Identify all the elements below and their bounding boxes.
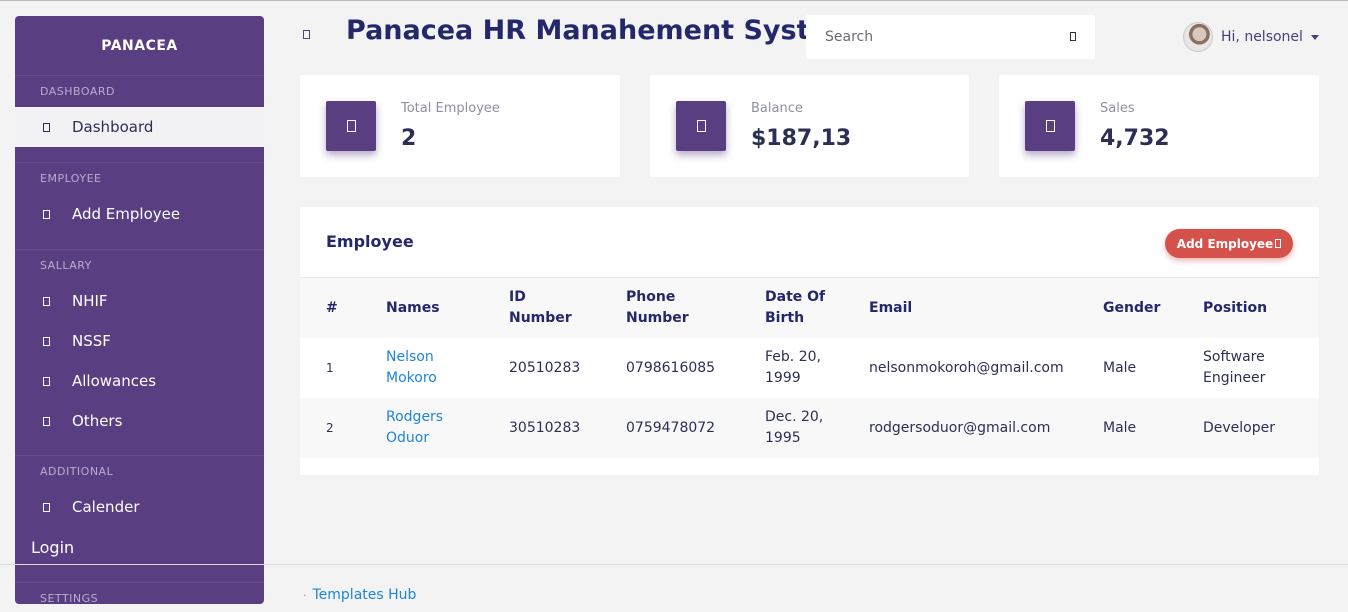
wallet-icon	[696, 120, 706, 132]
stat-icon-box	[326, 101, 376, 151]
column-header-dob: Date Of Birth	[765, 278, 869, 338]
panel-title: Employee	[326, 232, 414, 251]
users-icon	[346, 120, 356, 132]
stat-label: Total Employee	[401, 101, 500, 116]
column-header-position: Position	[1203, 278, 1319, 338]
sidebar-item-nssf[interactable]: NSSF	[15, 321, 264, 361]
column-header-names: Names	[386, 278, 509, 338]
stat-icon-box	[676, 101, 726, 151]
cell-phone: 0759478072	[626, 398, 765, 458]
cell-position: Developer	[1203, 398, 1319, 458]
others-icon	[43, 416, 50, 426]
cell-position-text: Software Engineer	[1203, 349, 1266, 386]
allowances-icon	[43, 376, 50, 386]
cell-id-number: 20510283	[509, 359, 581, 376]
table-row: 2 Rodgers Oduor 30510283 0759478072 Dec.…	[300, 398, 1319, 458]
nhif-icon	[43, 296, 50, 306]
column-header-id-number: ID Number	[509, 278, 626, 338]
cell-name: Nelson Mokoro	[386, 349, 437, 386]
cell-name: Rodgers Oduor	[386, 409, 444, 446]
avatar	[1183, 22, 1213, 52]
sidebar-item-label: NHIF	[72, 292, 108, 310]
stat-value: 2	[401, 126, 417, 151]
employee-panel: Employee Add Employee # Names ID Number …	[300, 207, 1319, 475]
column-header-phone: Phone Number	[626, 278, 765, 338]
cell-dob: Dec. 20, 1995	[765, 398, 869, 458]
stat-icon-box	[1025, 101, 1075, 151]
sidebar-item-dashboard[interactable]: Dashboard	[15, 107, 264, 147]
user-greeting: Hi, nelsonel	[1221, 29, 1303, 45]
sidebar: PANACEA DASHBOARD Dashboard EMPLOYEE Add…	[15, 16, 264, 604]
employee-name-link[interactable]: Nelson Mokoro	[386, 338, 509, 398]
cell-index: 1	[326, 360, 334, 375]
bullet-icon: ·	[303, 589, 307, 602]
column-header-text: ID Number	[509, 289, 572, 326]
footer: · Templates Hub	[0, 564, 1348, 612]
column-header-text: Phone Number	[626, 289, 689, 326]
cell-index: 2	[300, 398, 386, 458]
cell-dob-text: Dec. 20, 1995	[765, 409, 824, 446]
table-row: 1 Nelson Mokoro 20510283 0798616085 Feb.…	[300, 338, 1319, 398]
cell-id-number: 30510283	[509, 398, 626, 458]
column-header-email: Email	[869, 278, 1103, 338]
cell-gender: Male	[1103, 359, 1137, 376]
section-title-employee: EMPLOYEE	[40, 172, 102, 185]
search-box	[806, 15, 1095, 59]
column-header-index: #	[300, 278, 386, 338]
stat-label: Balance	[751, 101, 803, 116]
stat-value: $187,13	[751, 126, 852, 151]
sidebar-item-calendar[interactable]: Calender	[15, 487, 264, 527]
stat-card-total-employee: Total Employee 2	[300, 75, 620, 177]
panel-header: Employee Add Employee	[300, 207, 1319, 278]
employee-table: # Names ID Number Phone Number Date Of B…	[300, 278, 1319, 458]
sidebar-item-allowances[interactable]: Allowances	[15, 361, 264, 401]
cell-position: Software Engineer	[1203, 338, 1319, 398]
user-menu[interactable]: Hi, nelsonel	[1183, 22, 1319, 52]
cell-gender: Male	[1103, 398, 1203, 458]
section-title-dashboard: DASHBOARD	[40, 85, 116, 98]
stat-card-balance: Balance $187,13	[650, 75, 969, 177]
stat-label: Sales	[1100, 101, 1135, 116]
cell-dob-text: Feb. 20, 1999	[765, 349, 821, 386]
cell-phone: 0798616085	[626, 359, 716, 376]
sidebar-item-label: NSSF	[72, 332, 111, 350]
login-link[interactable]: Login	[15, 527, 264, 567]
plus-icon	[1275, 239, 1282, 248]
page-title: Panacea HR Manahement System	[346, 15, 856, 46]
search-icon[interactable]	[1070, 32, 1076, 41]
sidebar-item-label: Dashboard	[72, 118, 154, 136]
brand-logo[interactable]: PANACEA	[15, 16, 264, 76]
sidebar-item-label: Add Employee	[72, 205, 181, 223]
add-employee-button-label: Add Employee	[1176, 236, 1274, 251]
stat-value: 4,732	[1100, 126, 1170, 151]
add-employee-icon	[43, 209, 50, 219]
sidebar-item-add-employee[interactable]: Add Employee	[15, 194, 264, 234]
cell-dob: Feb. 20, 1999	[765, 338, 869, 398]
nssf-icon	[43, 336, 50, 346]
chevron-down-icon	[1310, 34, 1319, 40]
column-header-gender: Gender	[1103, 278, 1203, 338]
dashboard-icon	[43, 122, 50, 132]
add-employee-button[interactable]: Add Employee	[1165, 229, 1293, 258]
sidebar-item-label: Allowances	[72, 372, 157, 390]
footer-link-label: Templates Hub	[312, 587, 417, 603]
column-header-text: Date Of Birth	[765, 289, 826, 326]
cell-email: nelsonmokoroh@gmail.com	[869, 359, 1064, 376]
sidebar-item-label: Others	[72, 412, 123, 430]
section-title-additional: ADDITIONAL	[40, 465, 114, 478]
table-header-row: # Names ID Number Phone Number Date Of B…	[300, 278, 1319, 338]
section-title-sallary: SALLARY	[40, 259, 92, 272]
cell-email: rodgersoduor@gmail.com	[869, 398, 1103, 458]
calendar-icon	[43, 502, 50, 512]
cart-icon	[1045, 120, 1055, 132]
templates-hub-link[interactable]: · Templates Hub	[303, 587, 416, 603]
employee-name-link[interactable]: Rodgers Oduor	[386, 398, 509, 458]
menu-toggle-icon[interactable]	[303, 30, 310, 39]
sidebar-item-label: Calender	[72, 498, 140, 516]
search-input[interactable]	[806, 29, 1056, 45]
sidebar-item-others[interactable]: Others	[15, 401, 264, 441]
stat-card-sales: Sales 4,732	[999, 75, 1319, 177]
sidebar-item-nhif[interactable]: NHIF	[15, 281, 264, 321]
